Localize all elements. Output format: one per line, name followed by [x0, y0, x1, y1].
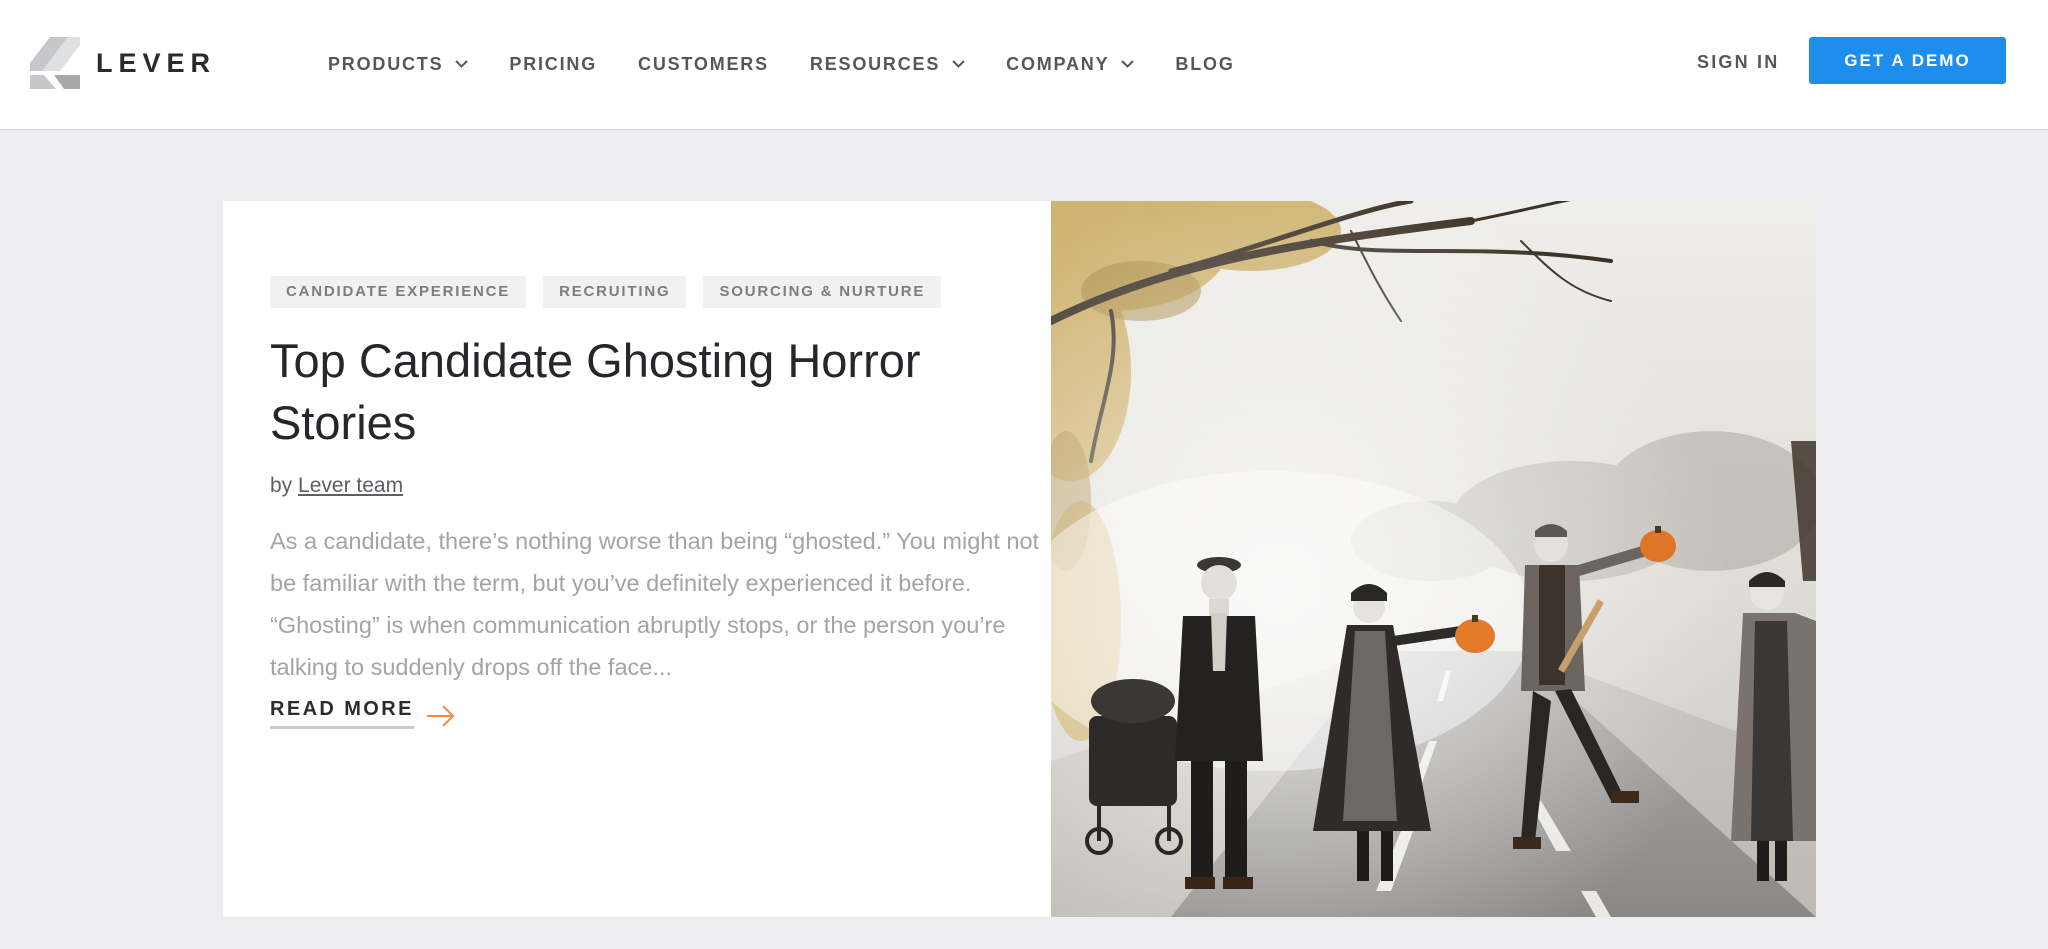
author-link[interactable]: Lever team [298, 474, 403, 497]
tag-recruiting[interactable]: RECRUITING [543, 276, 687, 308]
read-more-label: READ MORE [270, 698, 414, 729]
post-byline: by Lever team [270, 474, 1040, 498]
nav-customers[interactable]: CUSTOMERS [638, 54, 769, 75]
lever-logo[interactable]: LEVER [30, 36, 216, 90]
post-tags: CANDIDATE EXPERIENCE RECRUITING SOURCING… [270, 276, 1040, 308]
get-demo-button[interactable]: GET A DEMO [1809, 37, 2006, 84]
lever-logo-icon [30, 37, 80, 89]
nav-customers-label: CUSTOMERS [638, 53, 769, 74]
sign-in-link[interactable]: SIGN IN [1697, 52, 1779, 73]
nav-resources[interactable]: RESOURCES [810, 54, 965, 75]
chevron-down-icon [952, 60, 965, 68]
arrow-right-icon [426, 704, 455, 727]
nav-resources-label: RESOURCES [809, 53, 941, 74]
logo-wordmark: LEVER [96, 47, 217, 78]
nav-blog-label: BLOG [1175, 53, 1235, 74]
halloween-road-illustration [1051, 201, 1816, 917]
chevron-down-icon [1121, 60, 1135, 68]
tag-candidate-experience[interactable]: CANDIDATE EXPERIENCE [270, 276, 527, 308]
post-title[interactable]: Top Candidate Ghosting Horror Stories [270, 330, 950, 454]
nav-company-label: COMPANY [1006, 53, 1110, 74]
post-featured-image[interactable] [1051, 201, 1816, 917]
nav-pricing[interactable]: PRICING [509, 54, 597, 75]
byline-prefix: by [270, 474, 293, 497]
nav-blog[interactable]: BLOG [1175, 54, 1234, 75]
read-more-link[interactable]: READ MORE [270, 698, 456, 729]
nav-products-label: PRODUCTS [328, 53, 444, 74]
nav-pricing-label: PRICING [509, 53, 598, 74]
site-header: LEVER PRODUCTS PRICING CUSTOMERS RESOURC… [0, 0, 2048, 130]
nav-company[interactable]: COMPANY [1006, 53, 1135, 75]
main-nav: PRODUCTS PRICING CUSTOMERS RESOURCES COM… [328, 50, 1276, 78]
post-text-column: CANDIDATE EXPERIENCE RECRUITING SOURCING… [270, 276, 1040, 729]
post-excerpt: As a candidate, there’s nothing worse th… [270, 528, 1040, 680]
featured-post-card: CANDIDATE EXPERIENCE RECRUITING SOURCING… [223, 201, 1816, 917]
chevron-down-icon [455, 60, 469, 68]
nav-products[interactable]: PRODUCTS [328, 53, 469, 75]
tag-sourcing-nurture[interactable]: SOURCING & NURTURE [703, 276, 942, 308]
